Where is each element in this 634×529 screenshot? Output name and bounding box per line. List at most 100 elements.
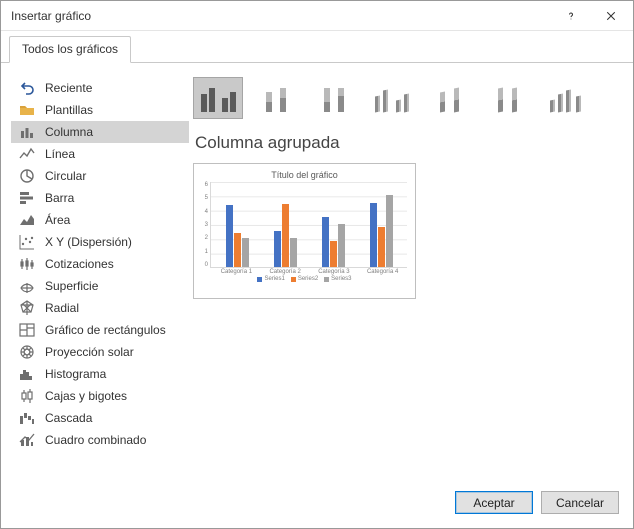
chart-category-list: Reciente Plantillas Columna Línea Circul… — [11, 77, 189, 471]
sidebar-item-area[interactable]: Área — [11, 209, 189, 231]
sidebar-item-label: Cotizaciones — [45, 257, 114, 271]
sidebar-item-label: Cajas y bigotes — [45, 389, 127, 403]
stock-icon — [19, 256, 35, 272]
titlebar: Insertar gráfico — [1, 1, 633, 31]
box-icon — [19, 388, 35, 404]
sidebar-item-line[interactable]: Línea — [11, 143, 189, 165]
subtype-3d-clustered-column[interactable] — [367, 77, 417, 119]
sidebar-item-label: Cuadro combinado — [45, 433, 146, 447]
sidebar-item-surface[interactable]: Superficie — [11, 275, 189, 297]
sidebar-item-label: Superficie — [45, 279, 98, 293]
undo-icon — [19, 80, 35, 96]
sidebar-item-combo[interactable]: Cuadro combinado — [11, 429, 189, 451]
sidebar-item-histogram[interactable]: Histograma — [11, 363, 189, 385]
legend-swatch — [291, 277, 296, 282]
three-d-percent-stacked-column-icon — [489, 84, 527, 112]
sidebar-item-label: Cascada — [45, 411, 92, 425]
x-tick-label: Categoría 1 — [221, 269, 252, 275]
subtype-3d-100-stacked-column[interactable] — [483, 77, 533, 119]
sidebar-item-scatter[interactable]: X Y (Dispersión) — [11, 231, 189, 253]
bar — [234, 233, 241, 267]
bar — [370, 203, 377, 268]
bar-cluster — [362, 195, 400, 267]
legend-label: Series3 — [331, 276, 351, 282]
y-tick-label: 2 — [202, 235, 208, 241]
bar — [338, 224, 345, 267]
sidebar-item-templates[interactable]: Plantillas — [11, 99, 189, 121]
combo-icon — [19, 432, 35, 448]
x-tick-label: Categoría 4 — [367, 269, 398, 275]
bar — [378, 227, 385, 267]
subtype-3d-column[interactable] — [541, 77, 591, 119]
sidebar-item-boxwhisker[interactable]: Cajas y bigotes — [11, 385, 189, 407]
bar — [330, 241, 337, 267]
x-tick-label: Categoría 3 — [318, 269, 349, 275]
sidebar-item-radar[interactable]: Radial — [11, 297, 189, 319]
sidebar-item-label: Columna — [45, 125, 93, 139]
chart-preview-thumbnail[interactable]: Título del gráfico 6543210 Categoría 1Ca… — [193, 163, 416, 299]
chart-grid — [210, 182, 407, 268]
chart-x-axis: Categoría 1 Categoría 2 Categoría 3 Categor… — [212, 269, 407, 275]
subtype-clustered-column[interactable] — [193, 77, 243, 119]
histogram-icon — [19, 366, 35, 382]
y-tick-label: 3 — [202, 222, 208, 228]
percent-stacked-column-icon — [315, 84, 353, 112]
area-icon — [19, 212, 35, 228]
legend-label: Series1 — [264, 276, 284, 282]
treemap-icon — [19, 322, 35, 338]
bar — [290, 238, 297, 267]
sidebar-item-bar[interactable]: Barra — [11, 187, 189, 209]
column-icon — [19, 124, 35, 140]
clustered-column-icon — [199, 84, 237, 112]
ok-button[interactable]: Aceptar — [455, 491, 533, 514]
tabs: Todos los gráficos — [1, 31, 633, 63]
chart-y-axis: 6543210 — [202, 182, 210, 268]
bar-cluster — [266, 204, 304, 267]
chart-title: Título del gráfico — [202, 170, 407, 180]
help-button[interactable] — [551, 1, 591, 31]
scatter-icon — [19, 234, 35, 250]
sidebar-item-stock[interactable]: Cotizaciones — [11, 253, 189, 275]
bar — [242, 238, 249, 267]
three-d-clustered-column-icon — [373, 84, 411, 112]
folder-icon — [19, 102, 35, 118]
cancel-button[interactable]: Cancelar — [541, 491, 619, 514]
legend-swatch — [324, 277, 329, 282]
y-tick-label: 0 — [202, 262, 208, 268]
legend-item: Series1 — [257, 276, 284, 282]
subtype-100-stacked-column[interactable] — [309, 77, 359, 119]
close-button[interactable] — [591, 1, 631, 31]
y-tick-label: 4 — [202, 209, 208, 215]
chart-legend: Series1 Series2 Series3 — [202, 276, 407, 282]
y-tick-label: 1 — [202, 249, 208, 255]
subtype-stacked-column[interactable] — [251, 77, 301, 119]
pie-icon — [19, 168, 35, 184]
sidebar-item-label: Reciente — [45, 81, 92, 95]
sidebar-item-label: Línea — [45, 147, 75, 161]
three-d-column-icon — [547, 84, 585, 112]
sidebar-item-pie[interactable]: Circular — [11, 165, 189, 187]
legend-item: Series3 — [324, 276, 351, 282]
sidebar-item-label: Plantillas — [45, 103, 93, 117]
chart-subtype-strip — [193, 77, 619, 119]
radar-icon — [19, 300, 35, 316]
tab-all-charts[interactable]: Todos los gráficos — [9, 36, 131, 63]
subtype-title: Columna agrupada — [195, 133, 619, 153]
dialog-title: Insertar gráfico — [11, 9, 551, 23]
sidebar-item-sunburst[interactable]: Proyección solar — [11, 341, 189, 363]
sidebar-item-treemap[interactable]: Gráfico de rectángulos — [11, 319, 189, 341]
line-icon — [19, 146, 35, 162]
subtype-3d-stacked-column[interactable] — [425, 77, 475, 119]
sidebar-item-waterfall[interactable]: Cascada — [11, 407, 189, 429]
legend-swatch — [257, 277, 262, 282]
y-tick-label: 6 — [202, 182, 208, 188]
bar-cluster — [314, 217, 352, 267]
bar — [226, 205, 233, 267]
x-tick-label: Categoría 2 — [269, 269, 300, 275]
bar — [274, 231, 281, 267]
waterfall-icon — [19, 410, 35, 426]
sidebar-item-recent[interactable]: Reciente — [11, 77, 189, 99]
sidebar-item-column[interactable]: Columna — [11, 121, 189, 143]
legend-item: Series2 — [291, 276, 318, 282]
stacked-column-icon — [257, 84, 295, 112]
